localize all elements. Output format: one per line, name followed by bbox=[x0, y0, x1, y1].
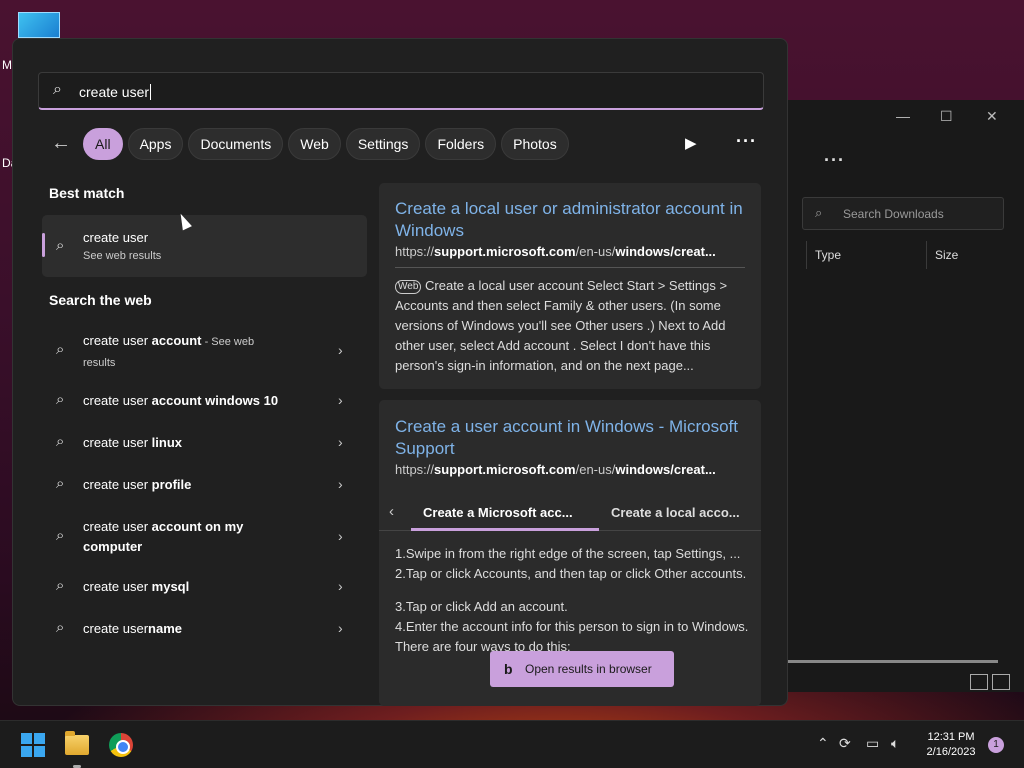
chevron-left-icon[interactable]: ‹ bbox=[389, 503, 394, 520]
explorer-search-input[interactable]: ⌕ Search Downloads bbox=[802, 197, 1004, 230]
filter-folders[interactable]: Folders bbox=[425, 128, 497, 160]
back-arrow-icon[interactable]: ← bbox=[51, 132, 71, 155]
suggestion-label: create user linux bbox=[83, 435, 182, 450]
taskbar: ⌃ ⟳ ▭ 🔈︎ 12:31 PM 2/16/2023 1 bbox=[0, 720, 1024, 768]
web-suggestion-item[interactable]: ⌕ create user mysql › bbox=[42, 577, 367, 617]
search-icon: ⌕ bbox=[56, 237, 65, 254]
chevron-right-icon: › bbox=[338, 434, 343, 450]
clock[interactable]: 12:31 PM 2/16/2023 bbox=[918, 730, 984, 760]
sync-icon[interactable]: ⟳ bbox=[839, 735, 851, 752]
chevron-right-icon: › bbox=[338, 528, 343, 544]
web-suggestion-item[interactable]: ⌕ create user linux › bbox=[42, 433, 367, 473]
notification-badge[interactable]: 1 bbox=[988, 737, 1004, 753]
search-icon: ⌕ bbox=[56, 577, 65, 594]
search-icon: ⌕ bbox=[56, 433, 65, 450]
tiles-view-icon[interactable] bbox=[992, 674, 1010, 690]
divider bbox=[395, 267, 745, 268]
filter-web[interactable]: Web bbox=[288, 128, 341, 160]
filter-all[interactable]: All bbox=[83, 128, 123, 160]
search-icon: ⌕ bbox=[53, 81, 62, 98]
close-button[interactable]: ✕ bbox=[986, 108, 998, 125]
more-options-icon[interactable]: ··· bbox=[736, 131, 757, 152]
volume-icon[interactable]: 🔈︎ bbox=[891, 735, 899, 752]
suggestion-label: create user account on my computer bbox=[83, 519, 244, 554]
best-match-title: create user bbox=[83, 230, 149, 245]
column-header-type[interactable]: Type bbox=[806, 241, 926, 269]
chevron-right-icon: › bbox=[338, 476, 343, 492]
suggestion-label: create user account windows 10 bbox=[83, 393, 279, 408]
open-results-in-browser-button[interactable]: b Open results in browser bbox=[490, 651, 674, 687]
active-tab-indicator bbox=[411, 528, 599, 531]
best-match-item[interactable]: ⌕ create user See web results bbox=[42, 215, 367, 277]
suggestion-label: create user mysql bbox=[83, 579, 190, 594]
tab-create-local-account[interactable]: Create a local acco... bbox=[611, 505, 740, 520]
start-button[interactable] bbox=[21, 733, 45, 757]
web-suggestion-item[interactable]: ⌕ create user profile › bbox=[42, 475, 367, 515]
web-suggestion-item[interactable]: ⌕ create username › bbox=[42, 619, 367, 659]
show-hidden-icons-chevron[interactable]: ⌃ bbox=[817, 735, 829, 752]
result-url[interactable]: https://support.microsoft.com/en-us/wind… bbox=[395, 462, 747, 477]
result-url[interactable]: https://support.microsoft.com/en-us/wind… bbox=[395, 244, 747, 259]
chevron-right-icon: › bbox=[338, 620, 343, 636]
play-icon[interactable]: ▶ bbox=[685, 134, 697, 152]
maximize-button[interactable]: ☐ bbox=[940, 108, 953, 125]
result-tabs: ‹ Create a Microsoft acc... Create a loc… bbox=[379, 495, 761, 531]
desktop-icon[interactable] bbox=[18, 12, 60, 38]
best-match-subtitle: See web results bbox=[83, 250, 162, 262]
desktop-icon-label: M bbox=[2, 58, 12, 72]
filter-apps[interactable]: Apps bbox=[127, 128, 184, 160]
web-suggestion-item[interactable]: ⌕ create user account windows 10 › bbox=[42, 391, 367, 431]
chevron-right-icon: › bbox=[338, 578, 343, 594]
network-icon[interactable]: ▭ bbox=[866, 735, 879, 752]
web-suggestion-item[interactable]: ⌕ create user account - See web results › bbox=[42, 331, 367, 371]
search-icon: ⌕ bbox=[56, 391, 65, 408]
result-steps: 1.Swipe in from the right edge of the sc… bbox=[395, 544, 749, 657]
horizontal-scrollbar[interactable] bbox=[788, 660, 998, 663]
search-input[interactable]: ⌕ create user bbox=[38, 72, 764, 110]
search-icon: ⌕ bbox=[815, 205, 823, 220]
suggestion-label: create username bbox=[83, 621, 183, 636]
minimize-button[interactable]: — bbox=[896, 108, 910, 124]
clock-time: 12:31 PM bbox=[927, 731, 975, 743]
filter-tabs: All Apps Documents Web Settings Folders … bbox=[83, 128, 569, 160]
step-text: 1.Swipe in from the right edge of the sc… bbox=[395, 546, 741, 561]
web-tag: Web bbox=[395, 280, 422, 294]
search-icon: ⌕ bbox=[56, 341, 65, 358]
chevron-right-icon: › bbox=[338, 392, 343, 408]
step-text: 3.Tap or click Add an account. bbox=[395, 599, 568, 614]
filter-settings[interactable]: Settings bbox=[345, 128, 421, 160]
suggestion-label: create user profile bbox=[83, 477, 192, 492]
search-placeholder: Search Downloads bbox=[843, 207, 944, 221]
search-icon: ⌕ bbox=[56, 619, 65, 636]
result-title-link[interactable]: Create a user account in Windows - Micro… bbox=[395, 416, 750, 460]
web-suggestion-item[interactable]: ⌕ create user account on my computer › bbox=[42, 517, 367, 557]
file-explorer-window: — ☐ ✕ ··· ⌕ Search Downloads Type Size bbox=[788, 100, 1024, 692]
search-query[interactable]: create user bbox=[79, 84, 152, 100]
result-snippet: Web Create a local user account Select S… bbox=[395, 278, 728, 373]
bing-icon: b bbox=[504, 661, 513, 677]
search-icon: ⌕ bbox=[56, 527, 65, 544]
result-title-link[interactable]: Create a local user or administrator acc… bbox=[395, 198, 750, 242]
more-options-icon[interactable]: ··· bbox=[824, 150, 845, 171]
web-result-card[interactable]: Create a local user or administrator acc… bbox=[379, 183, 761, 389]
suggestion-label: create user account - See web results bbox=[83, 333, 255, 369]
chevron-right-icon: › bbox=[338, 342, 343, 358]
filter-photos[interactable]: Photos bbox=[501, 128, 569, 160]
open-browser-label: Open results in browser bbox=[525, 662, 652, 676]
tab-create-microsoft-account[interactable]: Create a Microsoft acc... bbox=[423, 505, 573, 520]
step-text: 2.Tap or click Accounts, and then tap or… bbox=[395, 566, 747, 581]
details-view-icon[interactable] bbox=[970, 674, 988, 690]
search-icon: ⌕ bbox=[56, 475, 65, 492]
column-header-size[interactable]: Size bbox=[926, 241, 1006, 269]
file-explorer-icon[interactable] bbox=[65, 731, 89, 755]
search-panel: ⌕ create user ← All Apps Documents Web S… bbox=[12, 38, 788, 706]
search-web-heading: Search the web bbox=[49, 292, 152, 308]
selection-indicator bbox=[42, 233, 45, 257]
filter-documents[interactable]: Documents bbox=[188, 128, 284, 160]
chrome-icon[interactable] bbox=[109, 733, 133, 757]
best-match-heading: Best match bbox=[49, 185, 125, 201]
clock-date: 2/16/2023 bbox=[926, 746, 976, 758]
